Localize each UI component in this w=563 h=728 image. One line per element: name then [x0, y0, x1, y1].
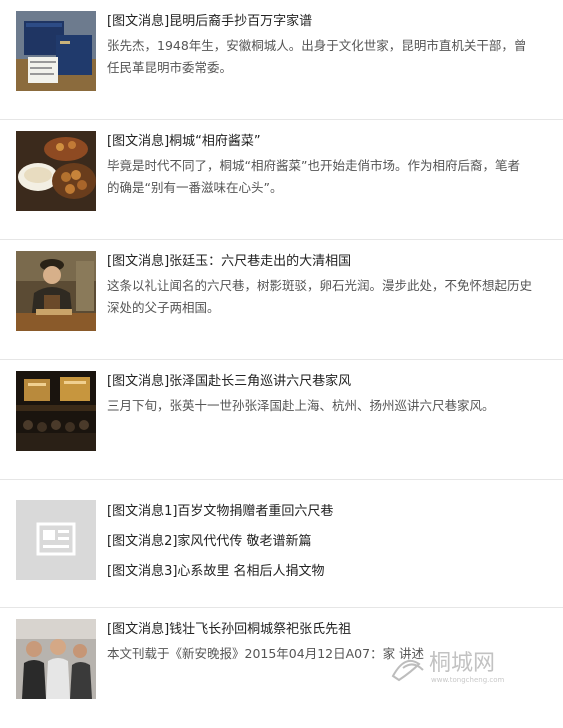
article-thumbnail[interactable] [16, 619, 96, 699]
article-thumbnail[interactable] [16, 131, 96, 211]
article-list: [图文消息]昆明后裔手抄百万字家谱 张先杰，1948年生，安徽桐城人。出身于文化… [0, 0, 563, 728]
watermark-url: www.tongcheng.com [431, 676, 504, 684]
article-title-3[interactable]: [图文消息3]心系故里 名相后人捐文物 [107, 563, 532, 581]
article-title[interactable]: [图文消息]张廷玉：六尺巷走出的大清相国 [107, 253, 532, 271]
article-title-2[interactable]: [图文消息2]家风代代传 敬老谱新篇 [107, 533, 532, 551]
list-item[interactable]: [图文消息]桐城“相府酱菜” 毕竟是时代不同了，桐城“相府酱菜”也开始走俏市场。… [0, 120, 563, 240]
list-item[interactable]: [图文消息]张泽国赴长三角巡讲六尺巷家风 三月下旬，张英十一世孙张泽国赴上海、杭… [0, 360, 563, 480]
article-summary: 张先杰，1948年生，安徽桐城人。出身于文化世家，昆明市直机关干部，曾任民革昆明… [107, 35, 532, 79]
article-title[interactable]: [图文消息]张泽国赴长三角巡讲六尺巷家风 [107, 373, 532, 391]
news-placeholder-icon [16, 500, 96, 580]
article-title-1[interactable]: [图文消息1]百岁文物捐赠者重回六尺巷 [107, 503, 532, 521]
list-item[interactable]: [图文消息]张廷玉：六尺巷走出的大清相国 这条以礼让闻名的六尺巷，树影斑驳，卵石… [0, 240, 563, 360]
article-title[interactable]: [图文消息]昆明后裔手抄百万字家谱 [107, 13, 532, 31]
qing-official-photo-icon [16, 251, 96, 331]
article-summary: 这条以礼让闻名的六尺巷，树影斑驳，卵石光润。漫步此处，不免怀想起历史深处的父子两… [107, 275, 532, 319]
boxes-photo-icon [16, 11, 96, 91]
article-thumbnail[interactable] [16, 500, 96, 580]
food-photo-icon [16, 131, 96, 211]
watermark-logo-icon: 桐城网 www.tongcheng.com [389, 646, 539, 686]
article-summary: 三月下旬，张英十一世孙张泽国赴上海、杭州、扬州巡讲六尺巷家风。 [107, 395, 532, 417]
article-title[interactable]: [图文消息]桐城“相府酱菜” [107, 133, 532, 151]
site-watermark-logo: 桐城网 www.tongcheng.com [389, 646, 539, 686]
article-summary: 毕竟是时代不同了，桐城“相府酱菜”也开始走俏市场。作为相府后裔，笔者的确是“别有… [107, 155, 532, 199]
group-photo-icon [16, 619, 96, 699]
article-title[interactable]: [图文消息]钱壮飞长孙回桐城祭祀张氏先祖 [107, 621, 532, 639]
watermark-text: 桐城网 [429, 651, 495, 676]
list-item[interactable]: [图文消息1]百岁文物捐赠者重回六尺巷 [图文消息2]家风代代传 敬老谱新篇 [… [0, 480, 563, 608]
lecture-hall-photo-icon [16, 371, 96, 451]
list-item[interactable]: [图文消息]昆明后裔手抄百万字家谱 张先杰，1948年生，安徽桐城人。出身于文化… [0, 0, 563, 120]
article-thumbnail[interactable] [16, 251, 96, 331]
article-thumbnail[interactable] [16, 11, 96, 91]
article-thumbnail[interactable] [16, 371, 96, 451]
